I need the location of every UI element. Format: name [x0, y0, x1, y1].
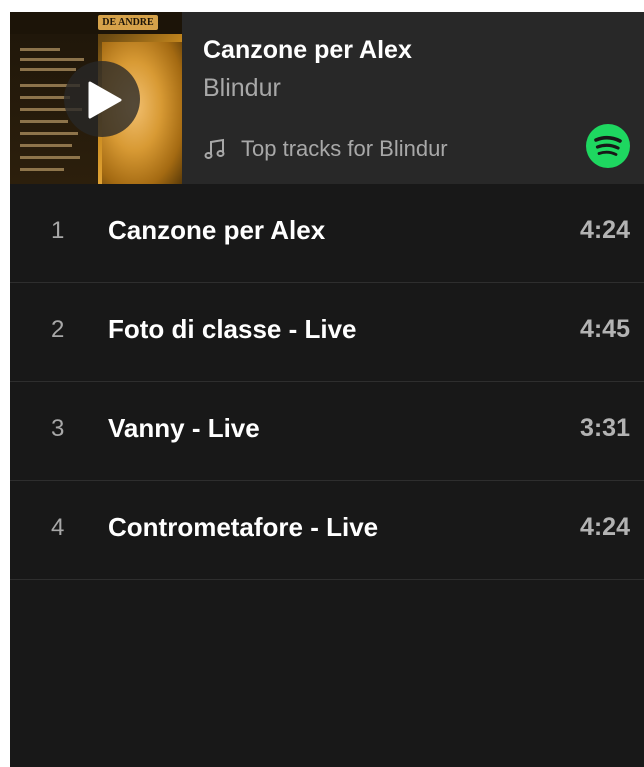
- track-number: 4: [51, 514, 65, 541]
- cover-band-title: DE ANDRE: [98, 15, 158, 30]
- cover-text-line: [20, 144, 72, 147]
- cover-text-line: [20, 58, 84, 61]
- track-number: 1: [51, 217, 65, 244]
- cover-text-line: [20, 168, 64, 171]
- track-row[interactable]: 4 Contrometafore - Live 4:24: [10, 481, 644, 580]
- play-icon: [88, 81, 122, 119]
- music-note-icon: [204, 138, 225, 159]
- track-duration: 3:31: [579, 414, 630, 442]
- track-row[interactable]: 2 Foto di classe - Live 4:45: [10, 283, 644, 382]
- track-row[interactable]: 1 Canzone per Alex 4:24: [10, 184, 644, 283]
- track-duration: 4:45: [579, 315, 630, 343]
- track-number: 3: [51, 415, 65, 442]
- spotify-icon[interactable]: [586, 124, 630, 168]
- cover-text-line: [20, 120, 68, 123]
- album-cover[interactable]: DE ANDRE: [10, 12, 182, 184]
- now-playing-title[interactable]: Canzone per Alex: [203, 36, 412, 65]
- cover-top-band: DE ANDRE: [10, 12, 182, 34]
- cover-text-line: [20, 156, 80, 159]
- spotify-embed-widget: DE ANDRE Canzone per Alex Blindur Top tr…: [10, 12, 644, 767]
- player-header: DE ANDRE Canzone per Alex Blindur Top tr…: [10, 12, 644, 184]
- track-row[interactable]: 3 Vanny - Live 3:31: [10, 382, 644, 481]
- track-title: Vanny - Live: [108, 413, 260, 443]
- cover-text-line: [20, 96, 70, 99]
- track-duration: 4:24: [579, 513, 630, 541]
- now-playing-artist[interactable]: Blindur: [203, 74, 281, 103]
- track-title: Contrometafore - Live: [108, 512, 379, 542]
- track-duration: 4:24: [579, 216, 630, 244]
- playlist-context[interactable]: Top tracks for Blindur: [203, 134, 448, 164]
- track-title: Foto di classe - Live: [108, 314, 357, 344]
- play-button[interactable]: [64, 61, 140, 137]
- track-number: 2: [51, 316, 65, 343]
- cover-text-line: [20, 48, 60, 51]
- playlist-label: Top tracks for Blindur: [241, 136, 448, 161]
- cover-text-line: [20, 68, 76, 71]
- track-title: Canzone per Alex: [108, 215, 326, 245]
- cover-text-line: [20, 132, 78, 135]
- track-list: 1 Canzone per Alex 4:24 2 Foto di classe…: [10, 184, 644, 580]
